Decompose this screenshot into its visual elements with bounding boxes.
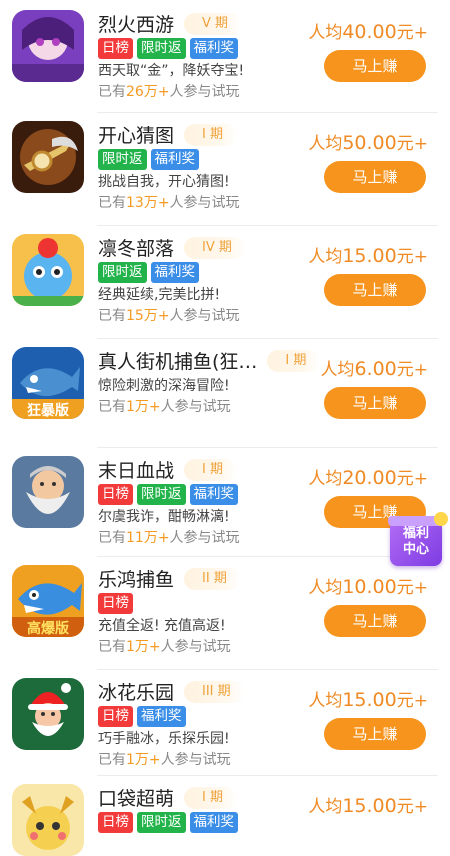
reward-amount: 人均50.00元+ (308, 132, 428, 154)
tag-badge: 日榜 (98, 484, 133, 505)
tag-list: 日榜 (98, 593, 137, 614)
earn-now-button[interactable]: 马上赚 (324, 50, 426, 82)
reward-amount: 人均40.00元+ (308, 21, 428, 43)
tag-badge: 限时返 (137, 812, 186, 833)
tag-badge: 限时返 (98, 149, 147, 170)
game-title: 乐鸿捕鱼 (98, 569, 175, 591)
tag-list: 限时返 福利奖 (98, 262, 203, 283)
game-title: 末日血战 (98, 460, 175, 482)
welfare-center-label-2: 中心 (402, 542, 429, 557)
tag-badge: 福利奖 (189, 38, 238, 59)
period-badge: I 期 (267, 349, 321, 372)
participant-count: 已有1万+人参与试玩 (98, 639, 231, 655)
reward-amount: 人均10.00元+ (308, 576, 428, 598)
winter-tribe-game-icon[interactable] (12, 234, 84, 306)
participant-count: 已有1万+人参与试玩 (98, 399, 231, 415)
svg-text:狂暴版: 狂暴版 (27, 402, 69, 419)
game-description: 充值全返! 充值高返! (98, 618, 226, 634)
game-title: 烈火西游 (98, 14, 175, 36)
tag-badge: 日榜 (98, 706, 133, 727)
tag-badge: 福利奖 (189, 812, 238, 833)
game-description: 巧手融冰，乐探乐园! (98, 731, 230, 747)
reward-amount: 人均6.00元+ (320, 358, 428, 380)
game-list: 烈火西游 V 期日榜 限时返 福利奖 西天取“金”，降妖夺宝! 已有26万+人参与试玩 人均… (0, 2, 450, 856)
game-description: 尔虞我诈，酣畅淋漓! (98, 509, 230, 525)
participant-count: 已有26万+人参与试玩 (98, 84, 240, 100)
game-title: 开心猜图 (98, 125, 175, 147)
tag-badge: 限时返 (98, 262, 147, 283)
tag-badge: 日榜 (98, 593, 133, 614)
arcade-fishing-game-icon[interactable]: 狂暴版 (12, 347, 84, 419)
game-list-item[interactable]: 高爆版 乐鸿捕鱼 II 期日榜充值全返! 充值高返! 已有1万+人参与试玩 人均10.0… (0, 557, 450, 670)
period-badge: III 期 (184, 680, 245, 703)
game-description: 挑战自我，开心猜图! (98, 174, 230, 190)
earn-now-button[interactable]: 马上赚 (324, 274, 426, 306)
tag-badge: 日榜 (98, 812, 133, 833)
earn-now-button[interactable]: 马上赚 (324, 605, 426, 637)
period-badge: V 期 (184, 12, 243, 35)
tag-list: 日榜 限时返 福利奖 (98, 812, 242, 833)
earn-now-button[interactable]: 马上赚 (324, 161, 426, 193)
game-title: 口袋超萌 (98, 788, 175, 810)
tag-badge: 限时返 (137, 38, 186, 59)
game-list-item[interactable]: 冰花乐园 III 期日榜 福利奖巧手融冰，乐探乐园! 已有1万+人参与试玩 人均15.0… (0, 670, 450, 776)
lehong-fishing-game-icon[interactable]: 高爆版 (12, 565, 84, 637)
period-badge: I 期 (184, 786, 237, 809)
game-list-item[interactable]: 口袋超萌 I 期日榜 限时返 福利奖 人均15.00元+ (0, 776, 450, 856)
welfare-center-label-1: 福利 (402, 526, 429, 541)
tag-list: 日榜 限时返 福利奖 (98, 484, 242, 505)
earn-now-button[interactable]: 马上赚 (324, 387, 426, 419)
game-title: 凛冬部落 (98, 238, 175, 260)
tag-list: 日榜 限时返 福利奖 (98, 38, 242, 59)
participant-count: 已有15万+人参与试玩 (98, 308, 240, 324)
participant-count: 已有11万+人参与试玩 (98, 530, 240, 546)
period-badge: I 期 (184, 458, 237, 481)
reward-amount: 人均20.00元+ (308, 467, 428, 489)
reward-amount: 人均15.00元+ (308, 245, 428, 267)
participant-count: 已有1万+人参与试玩 (98, 752, 231, 768)
tag-list: 限时返 福利奖 (98, 149, 203, 170)
period-badge: I 期 (184, 123, 237, 146)
game-title: 冰花乐园 (98, 682, 175, 704)
pocket-cute-game-icon[interactable] (12, 784, 84, 856)
game-list-item[interactable]: 狂暴版 真人街机捕鱼(狂… I 期惊险刺激的深海冒险! 已有1万+人参与试玩 人均6.0… (0, 339, 450, 448)
tag-badge: 福利奖 (150, 262, 199, 283)
tag-badge: 福利奖 (150, 149, 199, 170)
tag-badge: 限时返 (137, 484, 186, 505)
game-description: 惊险刺激的深海冒险! (98, 378, 230, 394)
game-list-item[interactable]: 开心猜图 I 期限时返 福利奖挑战自我，开心猜图! 已有13万+人参与试玩 人均50.0… (0, 113, 450, 226)
tag-badge: 福利奖 (137, 706, 186, 727)
svg-text:高爆版: 高爆版 (27, 620, 69, 637)
participant-count: 已有13万+人参与试玩 (98, 195, 240, 211)
game-list-item[interactable]: 烈火西游 V 期日榜 限时返 福利奖西天取“金”，降妖夺宝! 已有26万+人参与试玩 人均… (0, 2, 450, 113)
welfare-center-button[interactable]: 福利 中心 (388, 512, 448, 570)
tag-badge: 日榜 (98, 38, 133, 59)
guess-picture-game-icon[interactable] (12, 121, 84, 193)
doomsday-battle-game-icon[interactable] (12, 456, 84, 528)
game-title: 真人街机捕鱼(狂… (98, 351, 258, 373)
game-list-item[interactable]: 末日血战 I 期日榜 限时返 福利奖尔虞我诈，酣畅淋漓! 已有11万+人参与试玩 人均20… (0, 448, 450, 557)
tag-list: 日榜 福利奖 (98, 706, 190, 727)
fire-journey-game-icon[interactable] (12, 10, 84, 82)
earn-now-button[interactable]: 马上赚 (324, 718, 426, 750)
ice-flower-park-game-icon[interactable] (12, 678, 84, 750)
period-badge: IV 期 (184, 236, 246, 259)
game-list-item[interactable]: 凛冬部落 IV 期限时返 福利奖经典延续,完美比拼! 已有15万+人参与试玩 人均15.… (0, 226, 450, 339)
reward-amount: 人均15.00元+ (308, 689, 428, 711)
period-badge: II 期 (184, 567, 241, 590)
tag-badge: 福利奖 (189, 484, 238, 505)
reward-amount: 人均15.00元+ (308, 795, 428, 817)
game-description: 西天取“金”，降妖夺宝! (98, 63, 245, 79)
game-description: 经典延续,完美比拼! (98, 287, 221, 303)
